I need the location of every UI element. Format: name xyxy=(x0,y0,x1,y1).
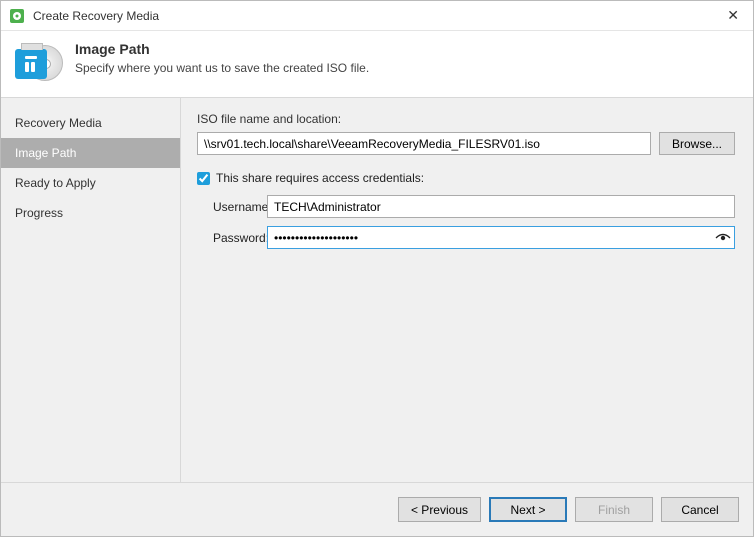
page-subtitle: Specify where you want us to save the cr… xyxy=(75,61,369,75)
wizard-body: Recovery Media Image Path Ready to Apply… xyxy=(1,97,753,482)
username-input[interactable] xyxy=(267,195,735,218)
password-input[interactable] xyxy=(267,226,735,249)
password-label: Password: xyxy=(197,231,267,245)
iso-path-label: ISO file name and location: xyxy=(197,112,735,126)
step-ready-to-apply[interactable]: Ready to Apply xyxy=(1,168,180,198)
page-title: Image Path xyxy=(75,41,369,57)
app-icon xyxy=(9,8,25,24)
window-title: Create Recovery Media xyxy=(33,9,721,23)
titlebar: Create Recovery Media ✕ xyxy=(1,1,753,31)
next-button[interactable]: Next > xyxy=(489,497,567,522)
recovery-media-icon xyxy=(15,39,59,83)
credentials-checkbox[interactable] xyxy=(197,172,210,185)
cancel-button[interactable]: Cancel xyxy=(661,497,739,522)
wizard-footer: < Previous Next > Finish Cancel xyxy=(1,482,753,536)
finish-button: Finish xyxy=(575,497,653,522)
wizard-header: Image Path Specify where you want us to … xyxy=(1,31,753,97)
wizard-steps-sidebar: Recovery Media Image Path Ready to Apply… xyxy=(1,98,181,482)
previous-button[interactable]: < Previous xyxy=(398,497,481,522)
iso-path-input[interactable] xyxy=(197,132,651,155)
reveal-password-icon[interactable] xyxy=(715,230,731,246)
wizard-content: ISO file name and location: Browse... Th… xyxy=(181,98,753,482)
step-image-path[interactable]: Image Path xyxy=(1,138,180,168)
step-progress[interactable]: Progress xyxy=(1,198,180,228)
credentials-checkbox-label: This share requires access credentials: xyxy=(216,171,424,185)
header-text: Image Path Specify where you want us to … xyxy=(75,39,369,75)
close-icon[interactable]: ✕ xyxy=(721,7,745,24)
browse-button[interactable]: Browse... xyxy=(659,132,735,155)
wizard-window: Create Recovery Media ✕ Image Path Speci… xyxy=(0,0,754,537)
username-label: Username: xyxy=(197,200,267,214)
step-recovery-media[interactable]: Recovery Media xyxy=(1,108,180,138)
